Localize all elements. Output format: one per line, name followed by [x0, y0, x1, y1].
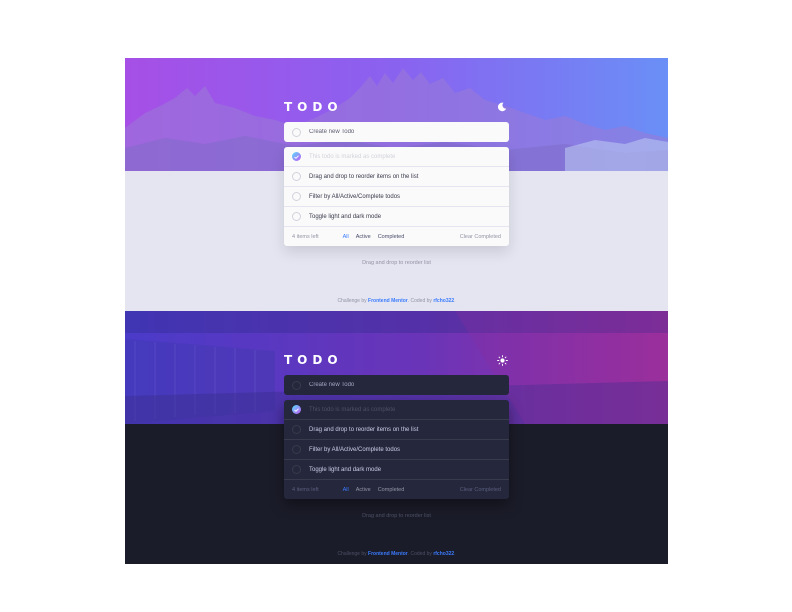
attribution-prefix: Challenge by: [337, 551, 369, 557]
filter-active[interactable]: Active: [356, 487, 371, 493]
todo-item[interactable]: Filter by All/Active/Complete todos: [284, 440, 509, 460]
items-left-count: 4 items left: [292, 486, 319, 493]
frontend-mentor-link[interactable]: Frontend Mentor: [368, 551, 408, 557]
filter-all[interactable]: All: [343, 487, 349, 493]
todo-item[interactable]: This todo is marked as complete: [284, 400, 509, 420]
create-circle-icon: [292, 127, 301, 137]
attribution-suffix: .: [454, 298, 456, 304]
sun-icon[interactable]: [495, 353, 509, 367]
header: TODO: [284, 351, 509, 369]
todo-text: Drag and drop to reorder items on the li…: [309, 426, 419, 433]
attribution: Challenge by Frontend Mentor. Coded by r…: [125, 551, 668, 557]
todo-text: This todo is marked as complete: [309, 153, 396, 160]
filter-completed[interactable]: Completed: [378, 234, 405, 240]
checkbox-icon[interactable]: [292, 465, 301, 474]
attribution: Challenge by Frontend Mentor. Coded by r…: [125, 298, 668, 304]
todo-item[interactable]: Toggle light and dark mode: [284, 207, 509, 227]
header: TODO: [284, 98, 509, 116]
dark-mode-screen: TODO Create new Todo This todo is marked…: [125, 311, 668, 564]
list-footer: 4 items left All Active Completed Clear …: [284, 480, 509, 499]
todo-text: Filter by All/Active/Complete todos: [309, 446, 401, 453]
todo-item[interactable]: This todo is marked as complete: [284, 147, 509, 167]
app-title: TODO: [284, 353, 343, 367]
todo-app: TODO This todo is marked as complete Dra…: [284, 98, 509, 266]
checkbox-icon[interactable]: [292, 425, 301, 434]
clear-completed-button[interactable]: Clear Completed: [460, 487, 501, 493]
frontend-mentor-link[interactable]: Frontend Mentor: [368, 298, 408, 304]
attribution-middle: . Coded by: [407, 551, 434, 557]
filter-tabs: All Active Completed: [343, 487, 405, 493]
checked-checkbox-icon[interactable]: [292, 405, 301, 414]
todo-list: This todo is marked as complete Drag and…: [284, 147, 509, 246]
todo-item[interactable]: Drag and drop to reorder items on the li…: [284, 420, 509, 440]
todo-text: This todo is marked as complete: [309, 406, 396, 413]
filter-all[interactable]: All: [343, 234, 349, 240]
todo-item[interactable]: Drag and drop to reorder items on the li…: [284, 167, 509, 187]
checkbox-icon[interactable]: [292, 445, 301, 454]
drag-hint: Drag and drop to reorder list: [362, 513, 431, 519]
todo-item[interactable]: Toggle light and dark mode: [284, 460, 509, 480]
author-link[interactable]: rfcho322: [433, 298, 454, 304]
filter-tabs: All Active Completed: [343, 234, 405, 240]
list-footer: 4 items left All Active Completed Clear …: [284, 227, 509, 246]
todo-text: Toggle light and dark mode: [309, 213, 382, 220]
checked-checkbox-icon[interactable]: [292, 152, 301, 161]
items-left-count: 4 items left: [292, 233, 319, 240]
author-link[interactable]: rfcho322: [433, 551, 454, 557]
attribution-prefix: Challenge by: [337, 298, 369, 304]
create-todo-input[interactable]: [309, 129, 479, 135]
moon-icon[interactable]: [495, 100, 509, 114]
filter-completed[interactable]: Completed: [378, 487, 405, 493]
todo-app: TODO Create new Todo This todo is marked…: [284, 351, 509, 519]
todo-text: Filter by All/Active/Complete todos: [309, 193, 401, 200]
filter-active[interactable]: Active: [356, 234, 371, 240]
app-title: TODO: [284, 100, 343, 114]
create-circle-icon: [292, 380, 301, 390]
create-todo-input[interactable]: [309, 382, 479, 388]
attribution-middle: . Coded by: [407, 298, 434, 304]
todo-list: This todo is marked as complete Drag and…: [284, 400, 509, 499]
drag-hint: Drag and drop to reorder list: [362, 260, 431, 266]
checkbox-icon[interactable]: [292, 172, 301, 181]
create-todo-row: [284, 375, 509, 395]
checkbox-icon[interactable]: [292, 212, 301, 221]
clear-completed-button[interactable]: Clear Completed: [460, 234, 501, 240]
create-todo-row: [284, 122, 509, 142]
checkbox-icon[interactable]: [292, 192, 301, 201]
attribution-suffix: .: [454, 551, 456, 557]
light-mode-screen: TODO This todo is marked as complete Dra…: [125, 58, 668, 311]
todo-text: Toggle light and dark mode: [309, 466, 382, 473]
todo-item[interactable]: Filter by All/Active/Complete todos: [284, 187, 509, 207]
todo-text: Drag and drop to reorder items on the li…: [309, 173, 419, 180]
